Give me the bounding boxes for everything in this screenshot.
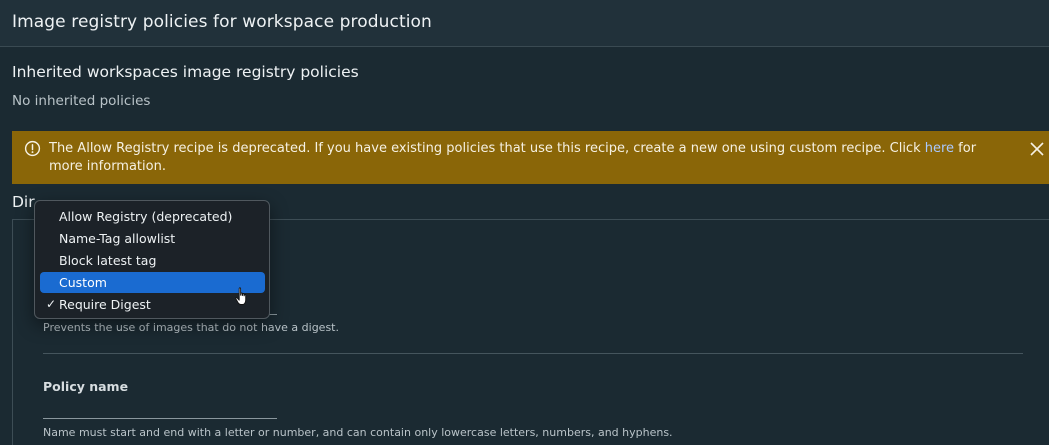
section-divider bbox=[43, 353, 1023, 354]
info-circle-icon bbox=[24, 140, 41, 157]
policy-name-label: Policy name bbox=[43, 379, 129, 394]
option-label: Allow Registry (deprecated) bbox=[59, 209, 233, 224]
inherited-policies-heading: Inherited workspaces image registry poli… bbox=[12, 63, 359, 81]
deprecation-alert: The Allow Registry recipe is deprecated.… bbox=[12, 131, 1049, 184]
alert-text-before: The Allow Registry recipe is deprecated.… bbox=[49, 141, 925, 156]
page-title: Image registry policies for workspace pr… bbox=[12, 12, 432, 32]
option-label: Custom bbox=[59, 275, 107, 290]
inherited-policies-empty-text: No inherited policies bbox=[12, 93, 151, 109]
close-icon[interactable] bbox=[1029, 141, 1045, 157]
checkmark-icon: ✓ bbox=[46, 297, 57, 311]
hand-pointer-icon bbox=[235, 287, 247, 305]
policy-name-helper-text: Name must start and end with a letter or… bbox=[43, 426, 673, 439]
option-name-tag-allowlist[interactable]: Name-Tag allowlist bbox=[40, 228, 265, 249]
policy-name-input[interactable] bbox=[43, 418, 277, 419]
option-allow-registry[interactable]: Allow Registry (deprecated) bbox=[40, 206, 265, 227]
option-label: Block latest tag bbox=[59, 253, 157, 268]
option-require-digest[interactable]: ✓ Require Digest bbox=[40, 294, 265, 315]
alert-message: The Allow Registry recipe is deprecated.… bbox=[49, 140, 999, 176]
option-custom[interactable]: Custom bbox=[40, 272, 265, 293]
option-label: Name-Tag allowlist bbox=[59, 231, 176, 246]
option-label: Require Digest bbox=[59, 297, 151, 312]
recipe-helper-text: Prevents the use of images that do not h… bbox=[43, 321, 339, 334]
option-block-latest-tag[interactable]: Block latest tag bbox=[40, 250, 265, 271]
direct-policies-heading: Dir bbox=[12, 193, 35, 211]
page: Image registry policies for workspace pr… bbox=[0, 0, 1049, 445]
alert-here-link[interactable]: here bbox=[925, 141, 954, 156]
page-header: Image registry policies for workspace pr… bbox=[0, 0, 1049, 47]
